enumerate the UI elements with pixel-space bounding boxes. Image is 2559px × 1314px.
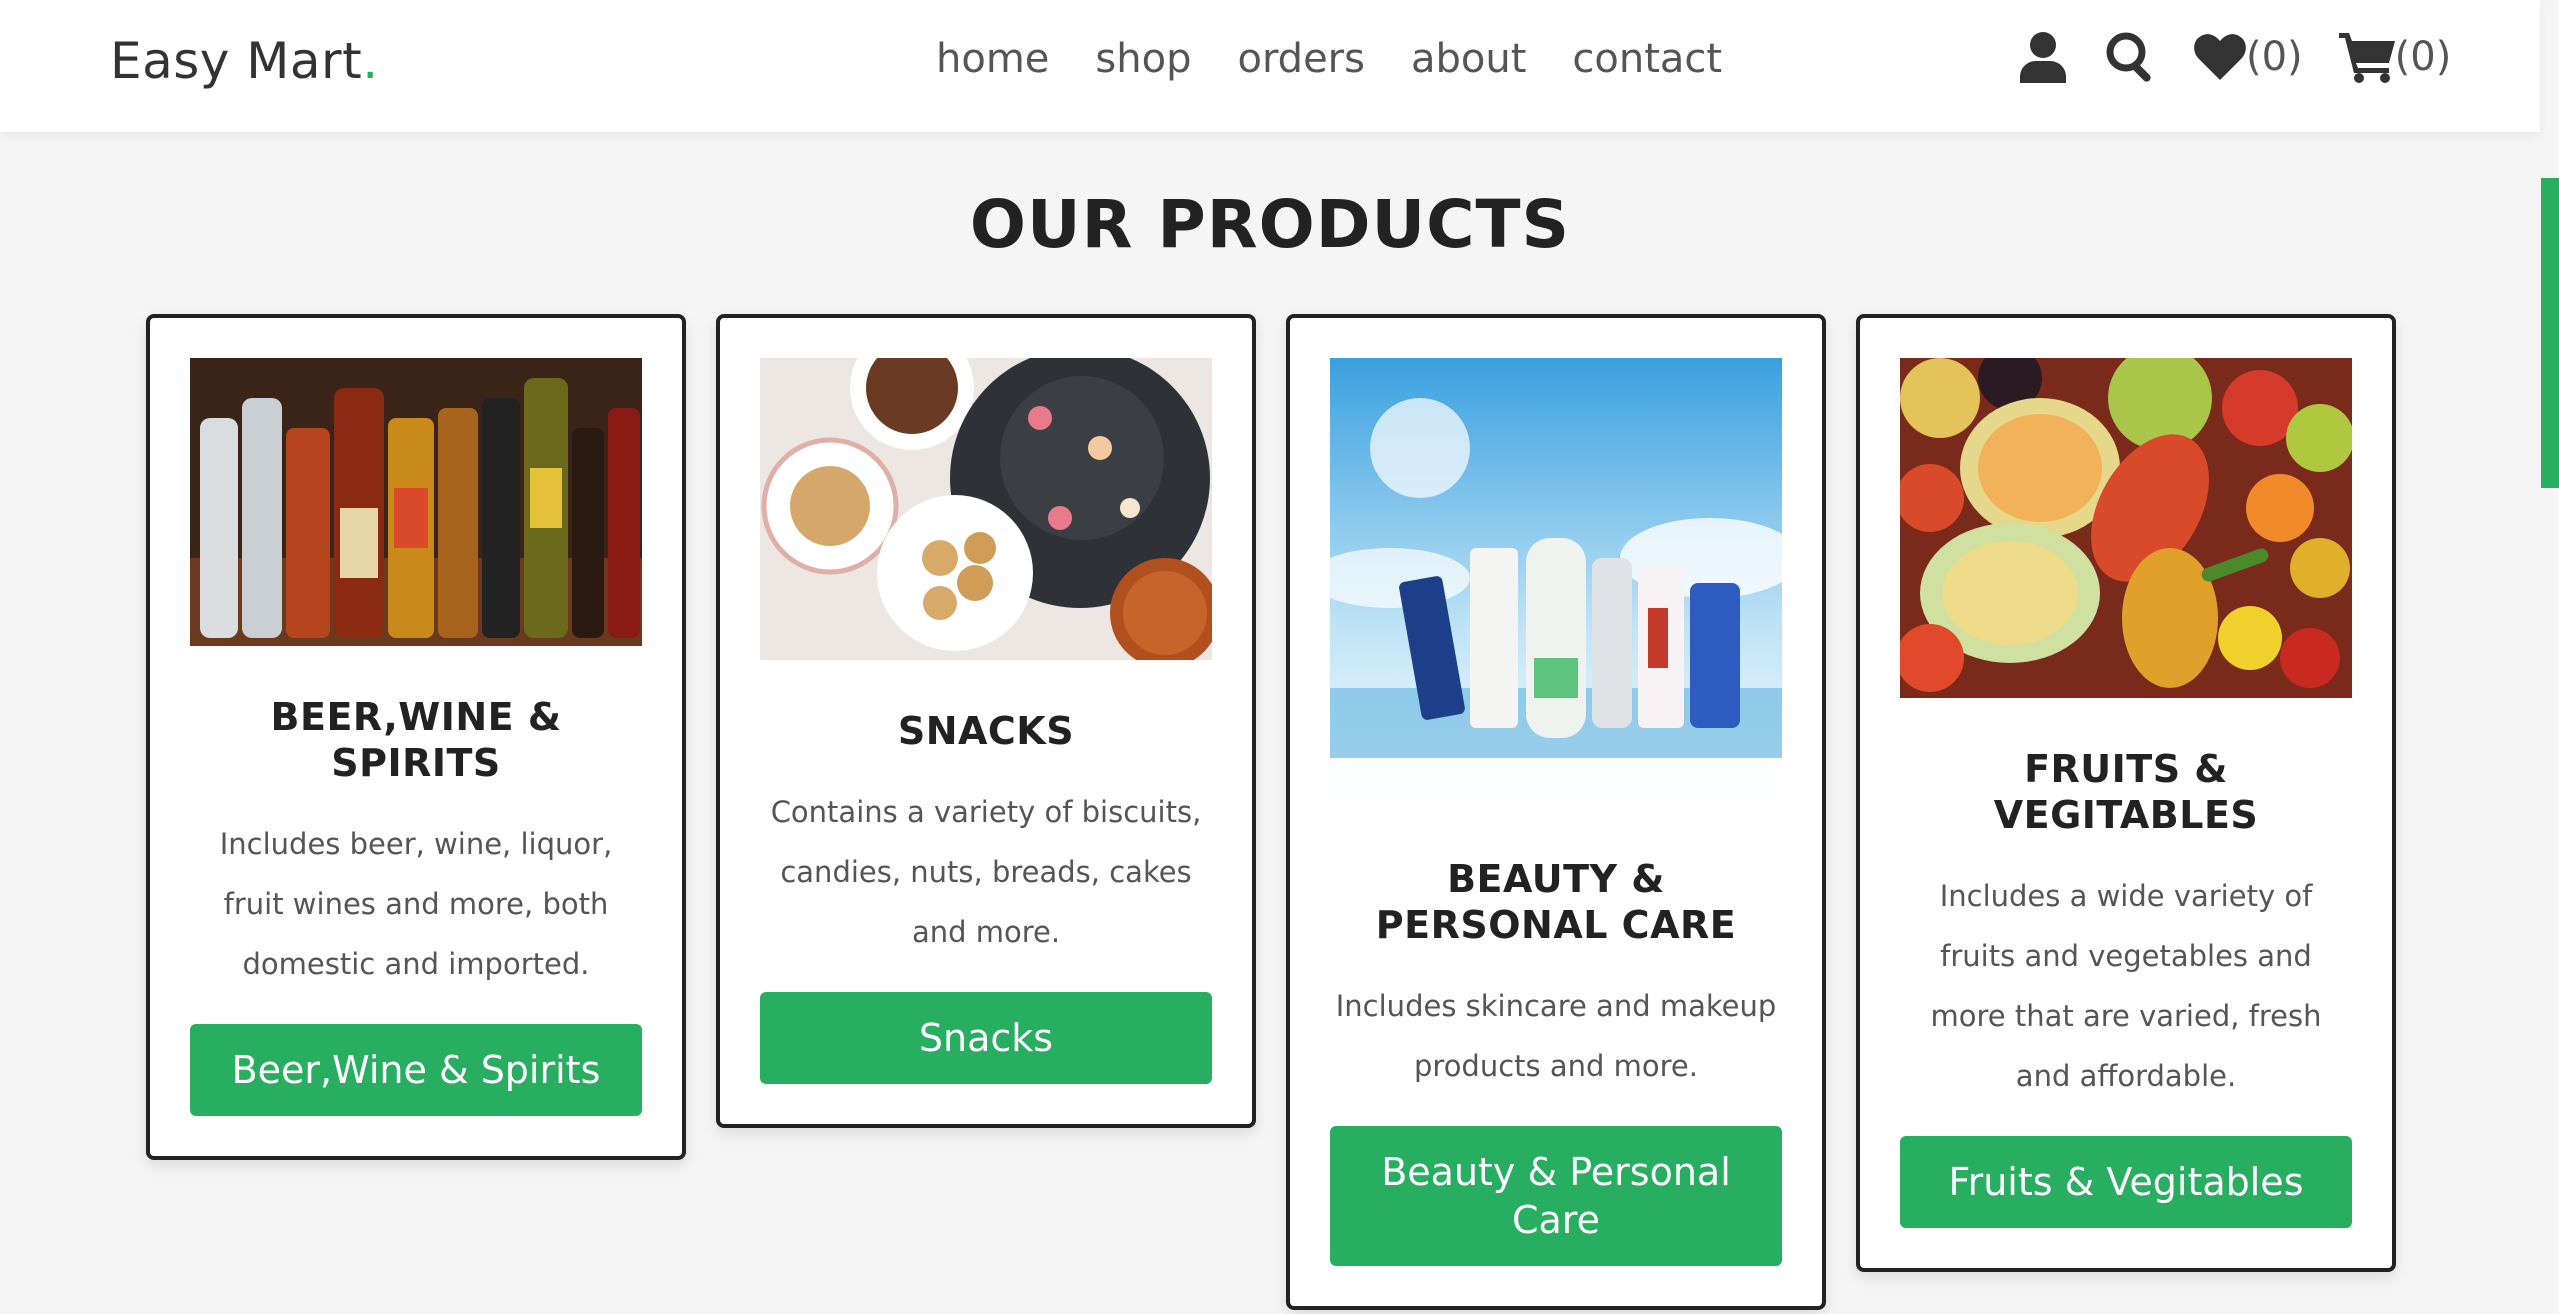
snacks-button[interactable]: Snacks (760, 992, 1212, 1084)
logo[interactable]: Easy Mart. (110, 32, 379, 90)
beauty-personal-care-button[interactable]: Beauty & Personal Care (1330, 1126, 1782, 1266)
product-title: FRUITS & VEGITABLES (1993, 747, 2259, 837)
product-card-fruits-vegitables: FRUITS & VEGITABLES Includes a wide vari… (1856, 314, 2396, 1272)
beer-wine-spirits-button[interactable]: Beer,Wine & Spirits (190, 1024, 642, 1116)
product-title: SNACKS (897, 709, 1075, 753)
cart-icon (2338, 33, 2395, 83)
wishlist-count: (0) (2246, 34, 2303, 80)
site-header: Easy Mart. home shop orders about contac… (0, 0, 2540, 132)
product-description: Includes a wide variety of fruits and ve… (1930, 879, 2322, 1093)
nav-shop[interactable]: shop (1095, 36, 1191, 82)
search-icon[interactable] (2104, 30, 2158, 84)
nav-about[interactable]: about (1411, 36, 1526, 82)
scrollbar-thumb[interactable] (2541, 178, 2559, 488)
nav-orders[interactable]: orders (1237, 36, 1365, 82)
beauty-personal-care-image (1330, 358, 1782, 808)
section-title: OUR PRODUCTS (969, 186, 1571, 263)
cart-count: (0) (2394, 34, 2452, 80)
product-description: Includes beer, wine, liquor, fruit wines… (219, 827, 613, 981)
nav-contact[interactable]: contact (1572, 36, 1722, 82)
wishlist-button[interactable]: (0) (2194, 34, 2303, 80)
cart-button[interactable]: (0) (2338, 31, 2452, 83)
beer-wine-spirits-image (190, 358, 642, 646)
product-title: BEER,WINE & SPIRITS (270, 695, 562, 785)
product-title: BEAUTY & PERSONAL CARE (1375, 857, 1737, 947)
product-description: Includes skincare and makeup products an… (1335, 989, 1777, 1083)
nav-home[interactable]: home (936, 36, 1049, 82)
heart-icon (2194, 34, 2246, 80)
fruits-vegitables-image (1900, 358, 2352, 698)
product-description: Contains a variety of biscuits, candies,… (770, 795, 1202, 949)
snacks-image (760, 358, 1212, 660)
product-card-beauty-personal-care: BEAUTY & PERSONAL CARE Includes skincare… (1286, 314, 1826, 1310)
user-icon[interactable] (2020, 31, 2066, 83)
fruits-vegitables-button[interactable]: Fruits & Vegitables (1900, 1136, 2352, 1228)
main-nav: home shop orders about contact (936, 36, 1722, 82)
header-icons: (0) (0) (2020, 30, 2451, 84)
product-card-snacks: SNACKS Contains a variety of biscuits, c… (716, 314, 1256, 1128)
product-card-beer-wine-spirits: BEER,WINE & SPIRITS Includes beer, wine,… (146, 314, 686, 1160)
